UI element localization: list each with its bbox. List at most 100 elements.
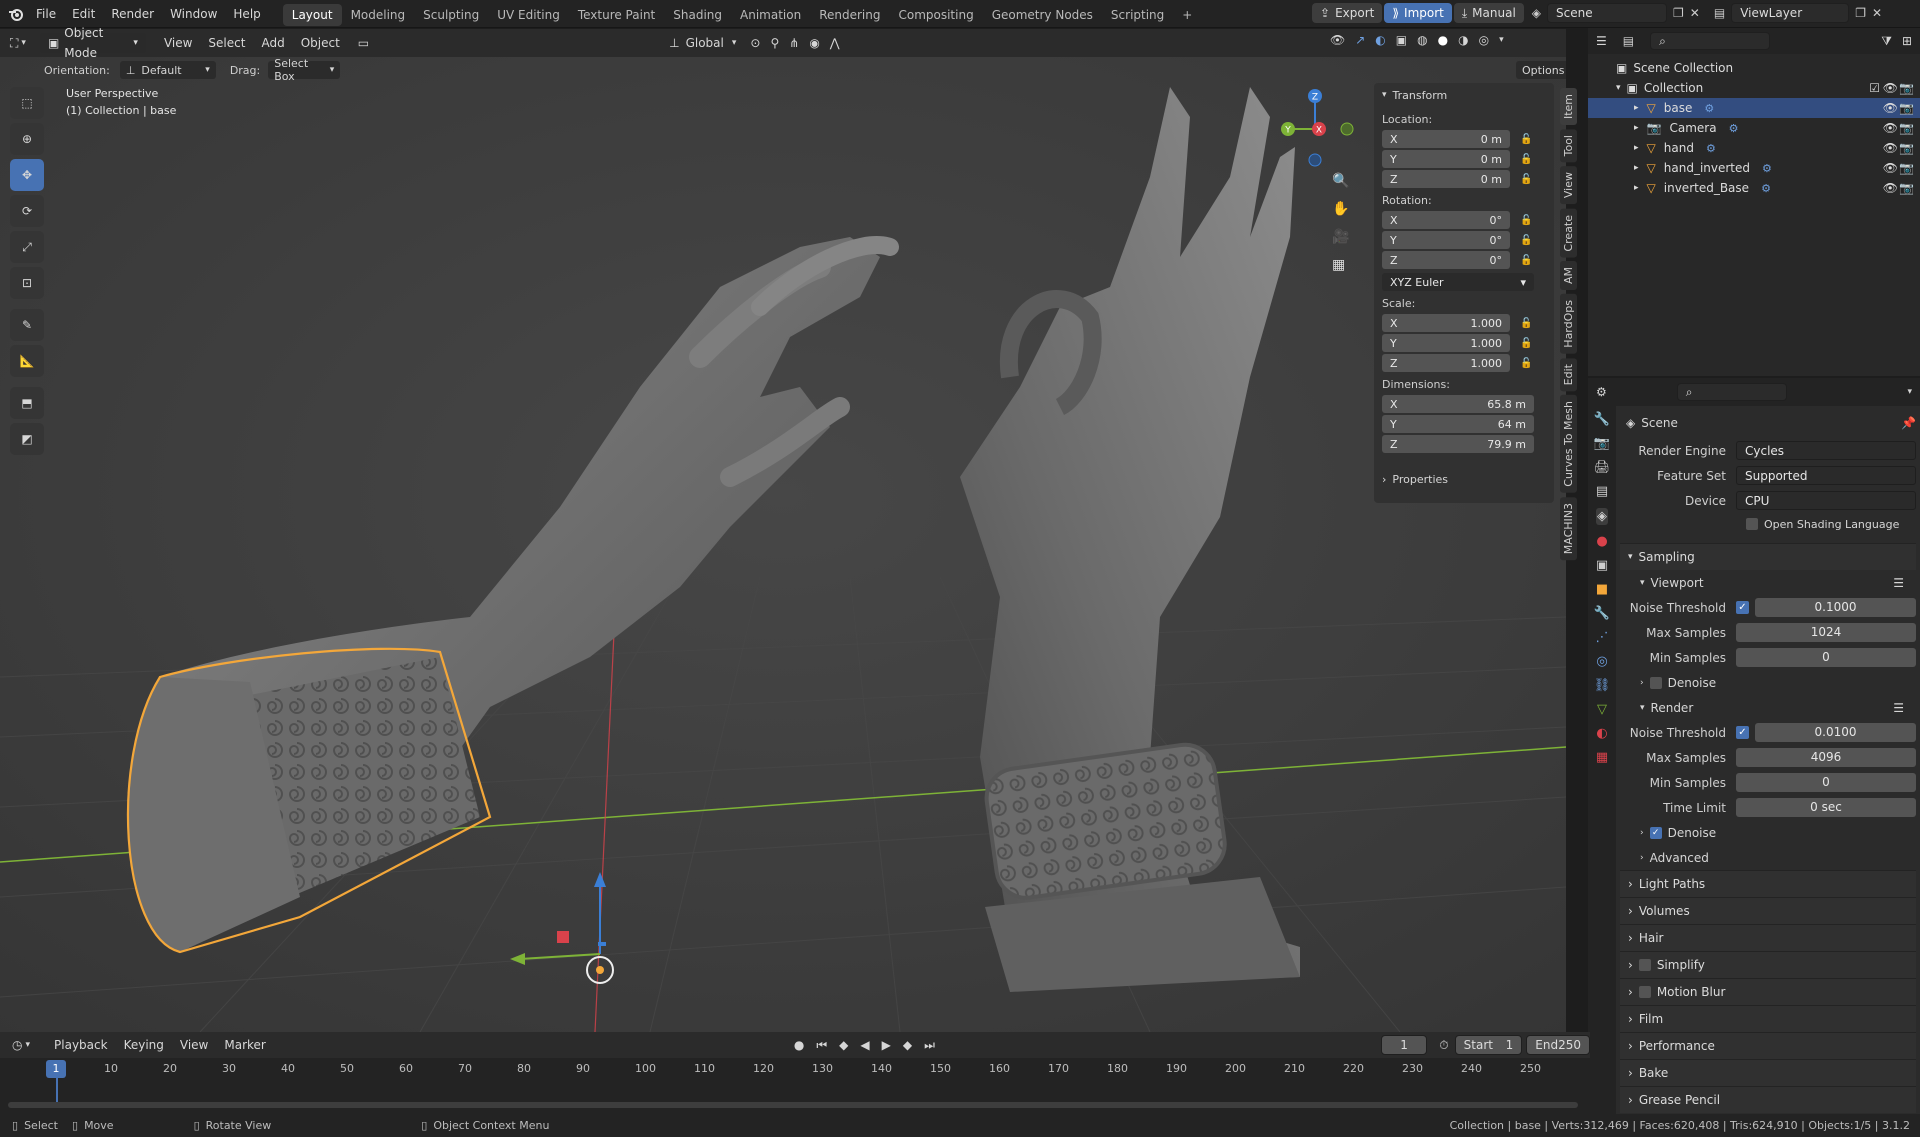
scene-tab-icon[interactable]: ◈ [1596,508,1608,525]
panel-film[interactable]: › Film [1620,1005,1916,1032]
menu-file[interactable]: File [28,0,64,28]
timeline-menu-marker[interactable]: Marker [216,1032,273,1058]
time-limit-field[interactable]: 0 sec [1736,798,1916,817]
snap-target-icon[interactable]: ⋔ [789,36,799,50]
move-tool-icon[interactable]: ✥ [10,159,44,191]
world-tab-icon[interactable]: ● [1596,534,1607,549]
view-layer-selector[interactable]: ▤ ViewLayer ❐ ✕ [1714,3,1882,23]
scale-z-field[interactable]: Z 1.000 [1382,354,1510,372]
navigation-gizmo[interactable]: Z Y X [1275,87,1355,167]
scale-x-field[interactable]: X 1.000 [1382,314,1510,332]
timeline-menu-playback[interactable]: Playback [46,1032,116,1058]
tab-texture-paint[interactable]: Texture Paint [569,4,664,26]
scale-y-field[interactable]: Y 1.000 [1382,334,1510,352]
sidebar-tab-edit[interactable]: Edit [1560,357,1577,392]
end-frame-field[interactable]: End 250 [1526,1035,1590,1055]
advanced-subpanel-header[interactable]: › Advanced [1620,845,1916,870]
playhead[interactable]: 1 [46,1060,66,1078]
viewport-max-field[interactable]: 1024 [1736,623,1916,642]
camera-render-icon[interactable]: 📷 [1899,141,1914,155]
jump-end-icon[interactable]: ⏭ [924,1038,935,1053]
rotation-mode-dropdown[interactable]: XYZ Euler ▾ [1382,273,1534,291]
annotate-tool-icon[interactable]: ✎ [10,309,44,341]
viewport-denoise-header[interactable]: › Denoise [1620,670,1916,695]
dimensions-z-field[interactable]: Z 79.9 m [1382,435,1534,453]
collection-tab-icon[interactable]: ▣ [1596,558,1608,573]
render-engine-dropdown[interactable]: Cycles [1736,441,1916,460]
rotation-z-field[interactable]: Z 0° [1382,251,1510,269]
tab-geometry-nodes[interactable]: Geometry Nodes [983,4,1102,26]
transform-panel-header[interactable]: ▾ Transform [1374,83,1554,107]
viewport-menu-view[interactable]: View [156,29,200,57]
properties-editor-icon[interactable]: ⚙ [1596,385,1607,399]
outliner-item-hand[interactable]: ▸ ▽ hand ⚙ 👁 📷 [1588,138,1920,158]
panel-bake[interactable]: › Bake [1620,1059,1916,1086]
chevron-right-icon[interactable]: ▸ [1634,163,1639,173]
chevron-right-icon[interactable]: ▸ [1634,123,1639,133]
overlay-icon[interactable]: ◐ [1375,33,1385,47]
osl-row[interactable]: Open Shading Language [1620,513,1916,535]
zoom-icon[interactable]: 🔍 [1332,173,1349,189]
tab-scripting[interactable]: Scripting [1102,4,1173,26]
camera-render-icon[interactable]: 📷 [1899,161,1914,175]
sidebar-tab-item[interactable]: Item [1560,88,1577,126]
device-dropdown[interactable]: CPU [1736,491,1916,510]
tab-animation[interactable]: Animation [731,4,810,26]
outliner-item-hand_inverted[interactable]: ▸ ▽ hand_inverted ⚙ 👁 📷 [1588,158,1920,178]
list-icon[interactable]: ☰ [1893,576,1904,590]
data-tab-icon[interactable]: ▽ [1597,702,1607,717]
viewport-menu-select[interactable]: Select [200,29,253,57]
snap-icon[interactable]: ⚲ [770,36,779,50]
tool-tab-icon[interactable]: 🔧 [1594,412,1610,427]
copy-icon[interactable]: ❐ [1673,6,1684,20]
lock-icon[interactable]: 🔓 [1520,174,1532,185]
tab-uv-editing[interactable]: UV Editing [488,4,569,26]
viewport-menu-object[interactable]: Object [293,29,348,57]
transform-tool-icon[interactable]: ⊡ [10,267,44,299]
prev-keyframe-icon[interactable]: ◆ [839,1038,848,1052]
render-subpanel-header[interactable]: ▾ Render ☰ [1620,695,1916,720]
checkbox-checked-icon[interactable]: ✓ [1649,826,1662,839]
checkbox-checked-icon[interactable]: ✓ [1736,726,1749,739]
outliner-scene-collection[interactable]: ▣ Scene Collection [1588,58,1920,78]
current-frame-field[interactable]: 1 [1380,1035,1428,1055]
physics-tab-icon[interactable]: ◎ [1596,654,1607,669]
remove-icon[interactable]: ✕ [1690,6,1700,20]
object-type-visibility[interactable]: ▭ [358,36,369,50]
particles-tab-icon[interactable]: ⋰ [1596,630,1609,645]
sidebar-tab-view[interactable]: View [1560,166,1577,205]
tab-modeling[interactable]: Modeling [342,4,415,26]
outliner-collection[interactable]: ▾ ▣ Collection ☑ 👁 📷 [1588,78,1920,98]
panel-light-paths[interactable]: › Light Paths [1620,870,1916,897]
rendered-shading-icon[interactable]: ◎ [1479,33,1489,47]
rotate-tool-icon[interactable]: ⟳ [10,195,44,227]
feature-set-dropdown[interactable]: Supported [1736,466,1916,485]
outliner-editor-icon[interactable]: ☰ [1596,34,1607,48]
options-dropdown[interactable]: Options▾ [1516,61,1566,79]
add-cube-tool-icon[interactable]: ⬒ [10,387,44,419]
lock-icon[interactable]: 🔓 [1520,318,1532,329]
location-x-field[interactable]: X 0 m [1382,130,1510,148]
panel-motion-blur[interactable]: › Motion Blur [1620,978,1916,1005]
render-min-field[interactable]: 0 [1736,773,1916,792]
rotation-y-field[interactable]: Y 0° [1382,231,1510,249]
checkbox-icon[interactable]: ☑ [1869,81,1880,95]
jump-start-icon[interactable]: ⏮ [816,1038,827,1053]
select-box-tool-icon[interactable]: ⬚ [10,87,44,119]
solid-shading-icon[interactable]: ● [1438,33,1448,47]
panel-performance[interactable]: › Performance [1620,1032,1916,1059]
clock-editor-icon[interactable]: ◷ [12,1038,22,1052]
dimensions-y-field[interactable]: Y 64 m [1382,415,1534,433]
checkbox-icon[interactable] [1638,986,1651,998]
camera-render-icon[interactable]: 📷 [1899,181,1914,195]
falloff-icon[interactable]: ⋀ [830,36,840,50]
3d-viewport[interactable]: User Perspective (1) Collection | base O… [0,57,1566,1032]
pivot-icon[interactable]: ⊙ [750,36,760,50]
viewport-noise-field[interactable]: 0.1000 [1755,598,1916,617]
render-noise-field[interactable]: 0.0100 [1755,723,1916,742]
tab-sculpting[interactable]: Sculpting [414,4,488,26]
menu-window[interactable]: Window [162,0,225,28]
play-reverse-icon[interactable]: ◀ [860,1038,869,1052]
remove-icon[interactable]: ✕ [1872,6,1882,20]
eye-icon[interactable]: 👁 [1883,81,1898,95]
